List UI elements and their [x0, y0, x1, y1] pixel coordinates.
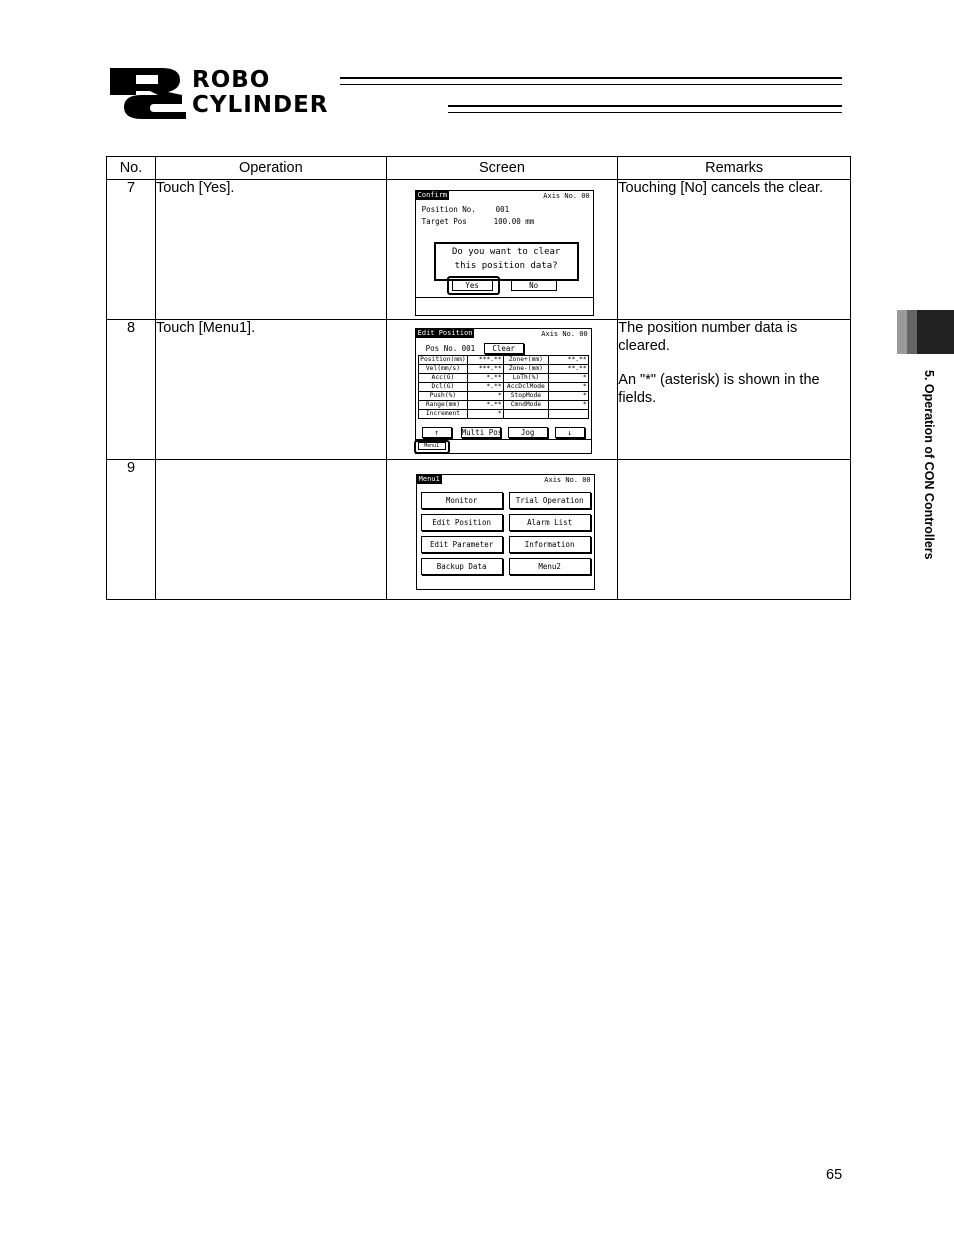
chapter-tab [897, 310, 954, 354]
table-row: 7 Touch [Yes]. Confirm Axis No. 00 Posit… [106, 179, 851, 320]
param-value[interactable]: * [467, 409, 504, 419]
param-label: Zone-(mm) [502, 364, 550, 374]
screen-title: Edit Position [415, 329, 475, 338]
rc-logo-icon [110, 68, 186, 119]
param-label: Range(mm) [417, 400, 469, 410]
axis-number: Axis No. 00 [544, 476, 591, 484]
page-number: 65 [826, 1167, 843, 1183]
grid-row: Range(mm) *.** CmndMode * [417, 400, 589, 410]
axis-number: Axis No. 00 [541, 330, 588, 338]
param-label [502, 409, 550, 419]
param-label: Acc(G) [417, 373, 469, 383]
param-value[interactable]: * [548, 382, 589, 392]
step-remarks: The position number data is cleared. An … [617, 319, 851, 460]
grid-row: Push(%) * StopMode * [417, 391, 589, 401]
axis-number: Axis No. 00 [543, 192, 590, 200]
header-operation: Operation [154, 156, 387, 180]
header-rule-bottom [448, 105, 842, 113]
grid-row: Increment * [417, 409, 589, 419]
screen-title: Menu1 [416, 475, 442, 484]
param-label: AccDclMode [502, 382, 550, 392]
grid-row: Position(mm) ***.** Zone+(mm) **.** [417, 355, 589, 365]
menu2-button[interactable]: Menu2 [508, 558, 591, 575]
trial-operation-button[interactable]: Trial Operation [508, 492, 591, 509]
param-label: Position(mm) [417, 355, 469, 365]
param-value[interactable]: * [467, 391, 504, 401]
param-value[interactable]: **.** [548, 364, 589, 374]
robo-cylinder-logo: ROBO CYLINDER [110, 67, 850, 119]
logo-word-robo: ROBO [192, 67, 271, 93]
param-value[interactable]: * [548, 400, 589, 410]
jog-button[interactable]: Jog [507, 427, 548, 438]
step-number: 8 [106, 319, 156, 460]
step-operation [154, 459, 387, 600]
param-value[interactable]: * [548, 391, 589, 401]
param-value[interactable]: ***.** [467, 364, 504, 374]
step-screen: Menu1 Axis No. 00 Monitor Trial Operatio… [385, 459, 619, 600]
param-label: Push(%) [417, 391, 469, 401]
chapter-tab-label: 5. Operation of CON Controllers [922, 370, 936, 560]
header-no: No. [106, 156, 156, 180]
clear-button[interactable]: Clear [483, 343, 524, 354]
steps-table: No. Operation Screen Remarks 7 Touch [Ye… [106, 156, 851, 600]
table-row: 8 Touch [Menu1]. Edit Position Axis No. … [106, 319, 851, 460]
param-label: Zone+(mm) [502, 355, 550, 365]
param-value[interactable]: ***.** [467, 355, 504, 365]
param-value[interactable]: *.** [467, 400, 504, 410]
param-label: CmndMode [502, 400, 550, 410]
screen-title: Confirm [415, 191, 450, 200]
step-screen: Confirm Axis No. 00 Position No. 001 Tar… [385, 179, 619, 320]
param-value[interactable]: *.** [467, 382, 504, 392]
step-remarks [617, 459, 851, 600]
position-value: 001 [495, 205, 510, 214]
step-number: 7 [106, 179, 156, 320]
target-label: Target Pos [421, 217, 467, 226]
pos-no-label: Pos No. [425, 344, 458, 353]
param-value [548, 409, 589, 419]
param-value[interactable]: * [548, 373, 589, 383]
alarm-list-button[interactable]: Alarm List [508, 514, 591, 531]
param-label: Dcl(G) [417, 382, 469, 392]
table-row: 9 Menu1 Axis No. 00 Monitor Trial Operat… [106, 459, 851, 600]
header-rule-top [340, 77, 842, 85]
edit-position-button[interactable]: Edit Position [420, 514, 503, 531]
param-label: LoTh(%) [502, 373, 550, 383]
logo-word-cylinder: CYLINDER [192, 92, 329, 118]
multi-pos-button[interactable]: Multi Pos [460, 427, 502, 438]
step-operation: Touch [Yes]. [154, 179, 387, 320]
header-remarks: Remarks [617, 156, 851, 180]
target-value: 100.00 mm [493, 217, 535, 226]
up-arrow-button[interactable]: ↑ [421, 427, 452, 438]
param-value[interactable]: *.** [467, 373, 504, 383]
step-operation: Touch [Menu1]. [154, 319, 387, 460]
step-remarks: Touching [No] cancels the clear. [617, 179, 851, 320]
no-button[interactable]: No [510, 280, 557, 291]
param-label: Vel(mm/s) [417, 364, 469, 374]
grid-row: Vel(mm/s) ***.** Zone-(mm) **.** [417, 364, 589, 374]
yes-button[interactable]: Yes [451, 280, 493, 291]
monitor-button[interactable]: Monitor [420, 492, 503, 509]
down-arrow-button[interactable]: ↓ [554, 427, 585, 438]
menu1-button[interactable]: Menu1 [417, 442, 446, 450]
position-data-grid: Position(mm) ***.** Zone+(mm) **.** Vel(mm/s… [417, 355, 589, 419]
header-screen: Screen [385, 156, 619, 180]
step-screen: Edit Position Axis No. 00 Pos No. 001 Cl… [385, 319, 619, 460]
edit-position-screen: Edit Position Axis No. 00 Pos No. 001 Cl… [413, 328, 592, 454]
table-header-row: No. Operation Screen Remarks [106, 156, 851, 180]
grid-row: Dcl(G) *.** AccDclMode * [417, 382, 589, 392]
param-label: StopMode [502, 391, 550, 401]
pos-no-value: 001 [461, 344, 476, 353]
step-number: 9 [106, 459, 156, 600]
information-button[interactable]: Information [508, 536, 591, 553]
position-label: Position No. [421, 205, 476, 214]
backup-data-button[interactable]: Backup Data [420, 558, 503, 575]
param-label: Increment [417, 409, 469, 419]
menu1-screen: Menu1 Axis No. 00 Monitor Trial Operatio… [415, 474, 595, 590]
grid-row: Acc(G) *.** LoTh(%) * [417, 373, 589, 383]
param-value[interactable]: **.** [548, 355, 589, 365]
edit-parameter-button[interactable]: Edit Parameter [420, 536, 503, 553]
confirm-screen: Confirm Axis No. 00 Position No. 001 Tar… [414, 190, 594, 316]
